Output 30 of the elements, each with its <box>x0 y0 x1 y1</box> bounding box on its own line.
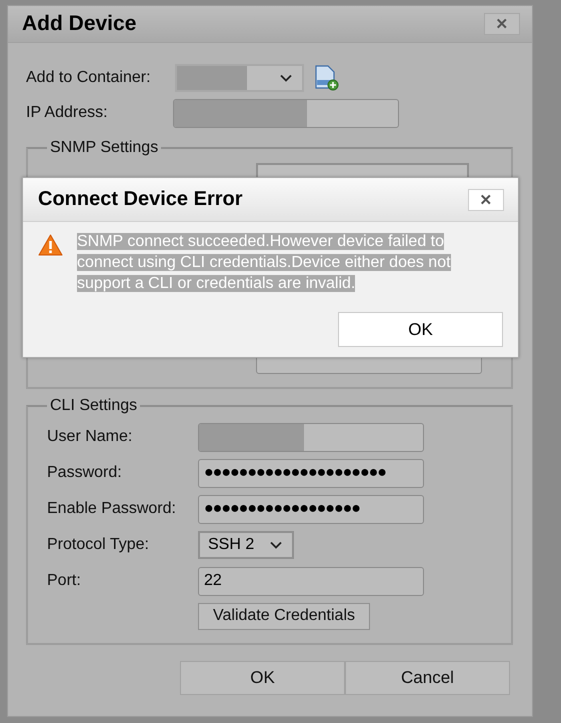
input-field[interactable]: ●●●●●●●●●●●●●●●●●●●●● <box>198 458 424 488</box>
container-select[interactable] <box>175 64 304 92</box>
field-label: Protocol Type: <box>47 536 150 554</box>
group-legend: CLI Settings <box>47 397 140 415</box>
error-message: SNMP connect succeeded.However device failed to connect using CLI credentials.Device either does not support a CLI or credentials are invalid. <box>77 232 452 294</box>
field-label: Enable Password: <box>47 500 177 518</box>
input-field[interactable] <box>198 422 424 452</box>
protocol-type-select[interactable]: SSH 2 <box>198 531 294 559</box>
field-label: Add to Container: <box>26 69 152 87</box>
ip-address-field[interactable] <box>173 98 399 128</box>
warning-icon <box>38 234 63 256</box>
group-legend: SNMP Settings <box>47 139 162 157</box>
input-field[interactable]: 22 <box>198 566 424 596</box>
input-field[interactable]: ●●●●●●●●●●●●●●●●●● <box>198 494 424 524</box>
field-label: Password: <box>47 464 123 482</box>
caret-icon <box>270 541 282 549</box>
validate-credentials-button[interactable]: Validate Credentials <box>198 602 370 630</box>
close-button[interactable]: ✕ <box>484 13 520 35</box>
dialog-title: Add Device <box>22 12 136 36</box>
dialog-button[interactable]: Cancel <box>345 661 510 695</box>
ok-button[interactable]: OK <box>338 312 503 347</box>
caret-icon <box>280 74 292 82</box>
field-label: Port: <box>47 572 82 590</box>
redaction-block <box>177 66 247 90</box>
dialog-button[interactable]: OK <box>180 661 345 695</box>
error-title: Connect Device Error <box>38 188 243 211</box>
field-label: IP Address: <box>26 104 109 122</box>
add-document-icon[interactable] <box>314 65 339 91</box>
close-button[interactable]: ✕ <box>468 188 504 210</box>
field-label: User Name: <box>47 428 134 446</box>
